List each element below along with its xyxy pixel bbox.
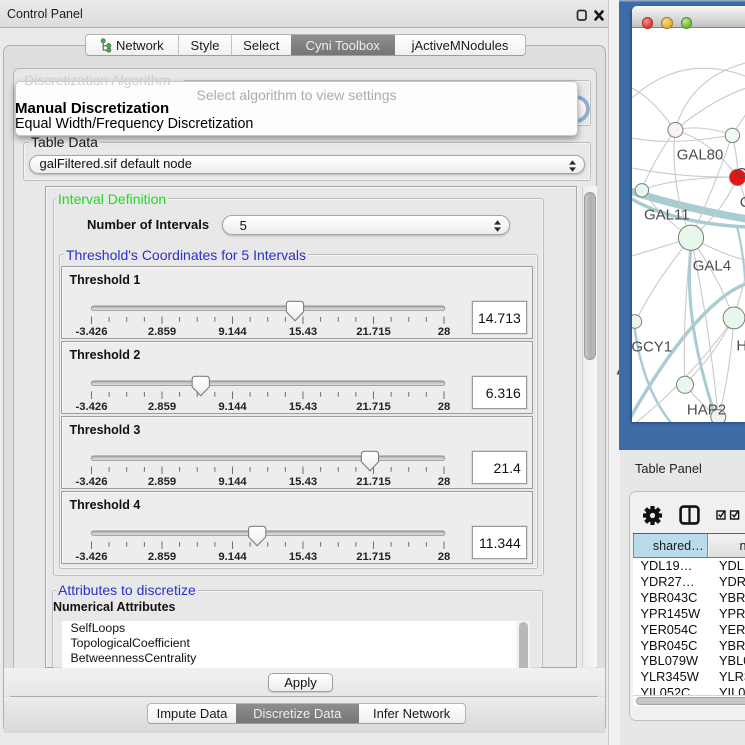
svg-text:GAL7: GAL7 xyxy=(735,165,745,182)
svg-text:GAL80: GAL80 xyxy=(676,146,723,163)
svg-text:CDC1: CDC1 xyxy=(739,193,745,210)
svg-text:HAP: HAP xyxy=(736,337,745,354)
svg-text:GCY1: GCY1 xyxy=(632,338,672,355)
svg-text:GAL4: GAL4 xyxy=(692,257,730,274)
svg-text:GAL11: GAL11 xyxy=(644,206,690,223)
svg-text:HAP2: HAP2 xyxy=(686,401,725,418)
